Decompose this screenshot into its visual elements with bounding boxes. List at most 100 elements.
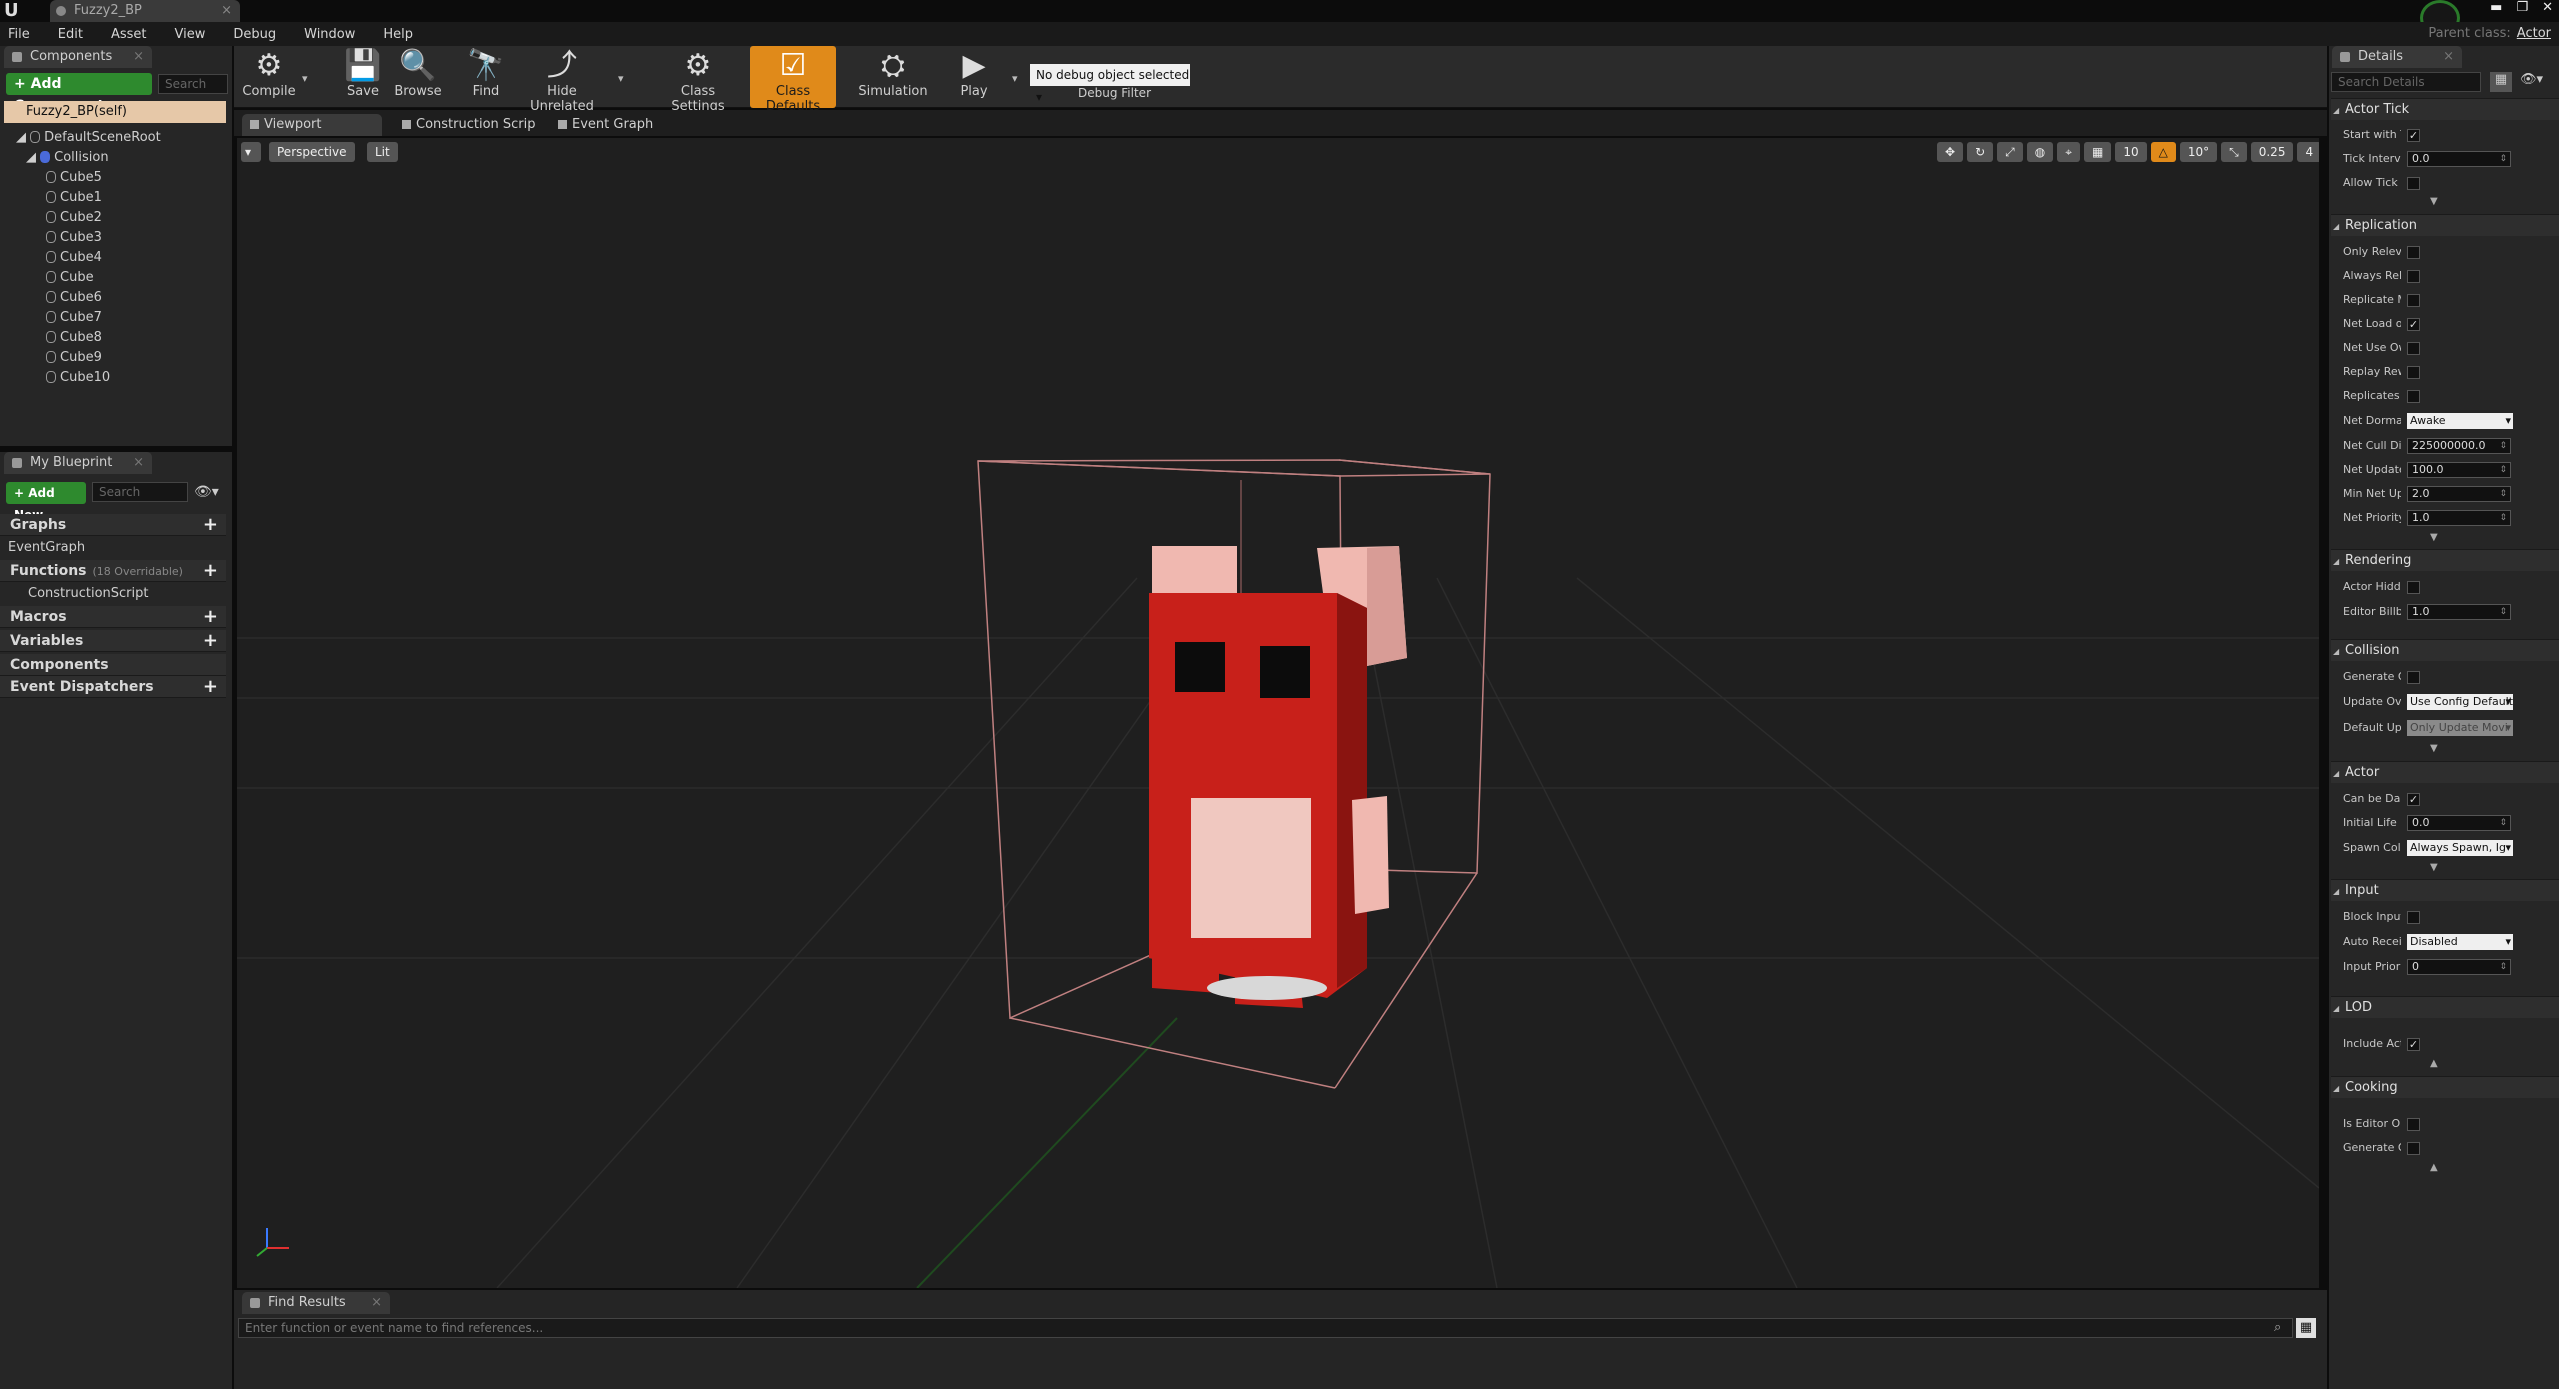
property-matrix-icon[interactable]: ▦: [2490, 72, 2512, 92]
min-net-update-field[interactable]: 2.0: [2407, 486, 2511, 502]
collapse-advanced-icon[interactable]: ▲: [2430, 1162, 2438, 1173]
update-overlaps-select[interactable]: Use Config Default: [2407, 694, 2513, 710]
section-components[interactable]: Components: [0, 654, 226, 676]
spawn-collision-select[interactable]: Always Spawn, Ig: [2407, 840, 2513, 856]
surface-snap-icon[interactable]: ⌖: [2057, 142, 2080, 162]
checkbox-checked[interactable]: ✓: [2407, 318, 2420, 331]
checkbox[interactable]: [2407, 177, 2420, 190]
close-tab-icon[interactable]: ×: [371, 1292, 382, 1314]
net-dormancy-select[interactable]: Awake: [2407, 413, 2513, 429]
checkbox[interactable]: [2407, 246, 2420, 259]
search-icon[interactable]: ⌕: [2274, 1320, 2281, 1335]
compile-options-caret[interactable]: ▾: [302, 72, 308, 85]
add-new-button[interactable]: + Add New -: [6, 482, 86, 522]
find-results-search-input[interactable]: Enter function or event name to find ref…: [238, 1318, 2293, 1338]
document-tab[interactable]: Fuzzy2_BP ×: [50, 0, 240, 22]
tab-components[interactable]: Components ×: [4, 46, 152, 68]
hide-unrelated-caret[interactable]: ▾: [618, 72, 624, 85]
viewport[interactable]: ▾ Perspective Lit ✥ ↻ ⤢ ◍ ⌖ ▦ 10 △ 10° ⤡…: [237, 138, 2319, 1288]
checkbox[interactable]: [2407, 366, 2420, 379]
section-macros[interactable]: Macros +: [0, 606, 226, 628]
my-blueprint-search-input[interactable]: Search: [92, 482, 188, 502]
self-component-item[interactable]: Fuzzy2_BP(self): [4, 101, 226, 123]
item-construction-script[interactable]: ConstructionScript: [28, 584, 148, 604]
close-icon[interactable]: ✕: [2542, 0, 2553, 18]
menu-view[interactable]: View: [175, 27, 206, 42]
tree-item-cube1[interactable]: Cube1: [46, 188, 102, 208]
save-button[interactable]: 💾 Save: [338, 46, 388, 108]
details-section-cooking[interactable]: Cooking: [2331, 1076, 2559, 1100]
tree-item-cube8[interactable]: Cube8: [46, 328, 102, 348]
tree-item-cube4[interactable]: Cube4: [46, 248, 102, 268]
scale-snap-icon[interactable]: ⤡: [2221, 142, 2247, 162]
close-tab-icon[interactable]: ×: [221, 0, 232, 22]
class-settings-button[interactable]: ⚙ Class Settings: [654, 46, 742, 114]
checkbox[interactable]: [2407, 390, 2420, 403]
section-graphs[interactable]: Graphs +: [0, 514, 226, 536]
checkbox[interactable]: [2407, 1142, 2420, 1155]
section-event-dispatchers[interactable]: Event Dispatchers +: [0, 676, 226, 698]
parent-class-link[interactable]: Actor: [2517, 26, 2551, 41]
tick-interval-field[interactable]: 0.0: [2407, 151, 2511, 167]
expand-advanced-icon[interactable]: ▼: [2430, 196, 2438, 207]
tree-item-collision[interactable]: ◢ Collision: [26, 148, 109, 168]
lit-button[interactable]: Lit: [367, 142, 398, 162]
components-search-input[interactable]: Search: [158, 74, 228, 94]
section-functions[interactable]: Functions (18 Overridable) +: [0, 560, 226, 582]
section-variables[interactable]: Variables +: [0, 630, 226, 652]
world-local-icon[interactable]: ◍: [2026, 142, 2054, 162]
tab-my-blueprint[interactable]: My Blueprint ×: [4, 452, 152, 474]
menu-help[interactable]: Help: [383, 27, 413, 42]
find-button[interactable]: 🔭 Find: [460, 46, 512, 108]
add-function-icon[interactable]: +: [203, 560, 218, 582]
close-tab-icon[interactable]: ×: [2443, 46, 2454, 68]
add-graph-icon[interactable]: +: [203, 514, 218, 536]
expand-advanced-icon[interactable]: ▼: [2430, 862, 2438, 873]
compile-button[interactable]: ⚙ Compile: [238, 46, 300, 108]
tab-event-graph[interactable]: Event Graph: [550, 114, 680, 136]
tree-item-cube[interactable]: Cube: [46, 268, 94, 288]
menu-asset[interactable]: Asset: [111, 27, 147, 42]
view-options-icon[interactable]: 👁▾: [2520, 72, 2543, 87]
tree-item-cube6[interactable]: Cube6: [46, 288, 102, 308]
checkbox[interactable]: [2407, 342, 2420, 355]
scale-icon[interactable]: ⤢: [1997, 142, 2023, 162]
checkbox[interactable]: [2407, 671, 2420, 684]
checkbox[interactable]: [2407, 581, 2420, 594]
camera-speed-value[interactable]: 4: [2297, 142, 2319, 162]
restore-icon[interactable]: ❐: [2516, 0, 2528, 18]
details-section-actor-tick[interactable]: Actor Tick: [2331, 98, 2559, 122]
collapse-advanced-icon[interactable]: ▲: [2430, 1058, 2438, 1069]
eye-icon[interactable]: 👁▾: [194, 484, 219, 500]
checkbox[interactable]: [2407, 294, 2420, 307]
hide-unrelated-button[interactable]: ⤴ Hide Unrelated: [516, 46, 608, 114]
menu-edit[interactable]: Edit: [58, 27, 83, 42]
net-update-field[interactable]: 100.0: [2407, 462, 2511, 478]
checkbox[interactable]: [2407, 911, 2420, 924]
tree-item-cube2[interactable]: Cube2: [46, 208, 102, 228]
tree-item-cube9[interactable]: Cube9: [46, 348, 102, 368]
menu-file[interactable]: File: [8, 27, 30, 42]
editor-billboard-field[interactable]: 1.0: [2407, 604, 2511, 620]
item-event-graph[interactable]: EventGraph: [8, 538, 85, 558]
initial-life-field[interactable]: 0.0: [2407, 815, 2511, 831]
viewport-options-button[interactable]: ▾: [241, 142, 261, 162]
input-priority-field[interactable]: 0: [2407, 959, 2511, 975]
tree-item-cube10[interactable]: Cube10: [46, 368, 110, 388]
details-section-rendering[interactable]: Rendering: [2331, 549, 2559, 573]
checkbox-checked[interactable]: ✓: [2407, 129, 2420, 142]
add-macro-icon[interactable]: +: [203, 606, 218, 628]
expand-advanced-icon[interactable]: ▼: [2430, 743, 2438, 754]
add-variable-icon[interactable]: +: [203, 630, 218, 652]
play-options-caret[interactable]: ▾: [1012, 72, 1018, 85]
expand-advanced-icon[interactable]: ▼: [2430, 532, 2438, 543]
scale-snap-value[interactable]: 0.25: [2250, 142, 2294, 162]
auto-receive-select[interactable]: Disabled: [2407, 934, 2513, 950]
find-in-all-blueprints-icon[interactable]: ▦: [2296, 1318, 2316, 1338]
add-dispatcher-icon[interactable]: +: [203, 676, 218, 698]
rotation-snap-value[interactable]: 10°: [2179, 142, 2218, 162]
checkbox[interactable]: [2407, 1118, 2420, 1131]
details-section-actor[interactable]: Actor: [2331, 761, 2559, 785]
checkbox[interactable]: [2407, 270, 2420, 283]
menu-debug[interactable]: Debug: [233, 27, 276, 42]
